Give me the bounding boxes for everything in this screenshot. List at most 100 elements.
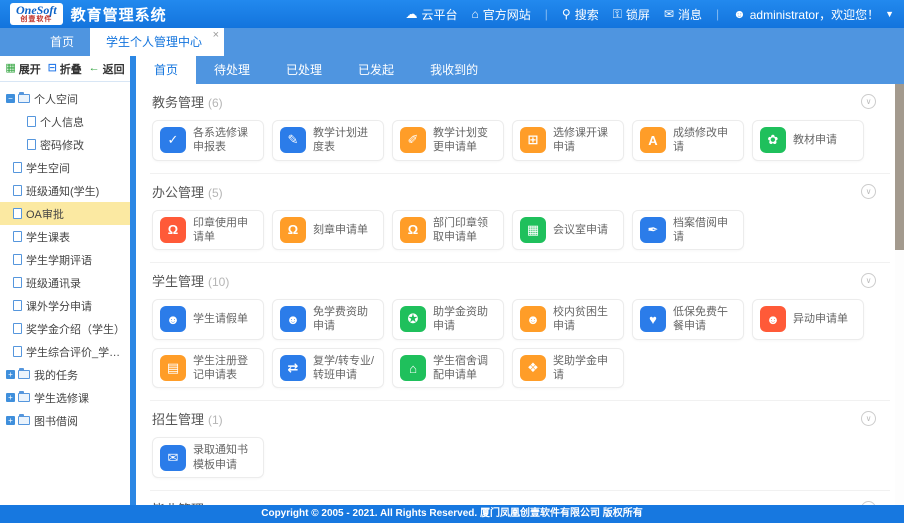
back-arrow-icon: ← [89, 63, 100, 74]
stamp-use-icon: Ω [160, 217, 186, 243]
file-icon [13, 162, 22, 173]
grant-aid-icon: ✪ [400, 306, 426, 332]
card-free-lunch-heart[interactable]: ♥低保免费午餐申请 [632, 299, 744, 340]
card-meeting-room[interactable]: ▦会议室申请 [512, 210, 624, 251]
chevron-down-icon: ▼ [885, 9, 894, 19]
section-collapse-icon[interactable]: ∨ [861, 184, 876, 199]
card-stamp-receive[interactable]: Ω部门印章领取申请单 [392, 210, 504, 251]
sidebar-item-label: 学生课表 [26, 229, 70, 245]
sidebar-tool-back[interactable]: ←返回 [89, 61, 125, 77]
main-tab-0[interactable]: 首页 [136, 56, 196, 84]
vertical-scrollbar[interactable] [895, 84, 904, 505]
tree-toggle-icon[interactable]: + [6, 393, 15, 402]
sidebar-item-8[interactable]: 班级通讯录 [0, 271, 130, 294]
card-dorm-building[interactable]: ⌂学生宿舍调配申请单 [392, 348, 504, 389]
window-tab-0[interactable]: 首页 [34, 28, 90, 56]
footer-copyright: Copyright © 2005 - 2021. All Rights Rese… [0, 505, 904, 523]
section-4: 毕业管理(1)∨☻学生离校手续申请 [150, 491, 890, 505]
logo-text-en: OneSoft [16, 4, 57, 16]
tree-toggle-icon[interactable]: + [6, 370, 15, 379]
sidebar-item-12[interactable]: + 我的任务 [0, 363, 130, 386]
card-grid: Ω印章使用申请单Ω刻章申请单Ω部门印章领取申请单▦会议室申请✒档案借阅申请 [152, 210, 876, 251]
sidebar-item-1[interactable]: 个人信息 [0, 110, 130, 133]
card-label: 部门印章领取申请单 [433, 216, 496, 245]
search-icon: ⚲ [562, 7, 571, 21]
main-area: 首页待处理已处理已发起我收到的 教务管理(6)∨✓各系选修课申报表✎教学计划进度… [136, 56, 904, 505]
tree-toggle-icon[interactable]: − [6, 94, 15, 103]
scrollbar-thumb[interactable] [895, 84, 904, 250]
sidebar-item-10[interactable]: 奖学金介绍（学生） [0, 317, 130, 340]
user-welcome-label: administrator，欢迎您！ [750, 6, 879, 23]
sidebar-item-label: 班级通知(学生) [26, 183, 99, 199]
card-clipboard-check[interactable]: ✓各系选修课申报表 [152, 120, 264, 161]
header-nav-cloud-platform[interactable]: ☁ 云平台 [406, 6, 458, 23]
card-scholarship[interactable]: ❖奖助学金申请 [512, 348, 624, 389]
header-nav-label: 官方网站 [483, 6, 531, 23]
student-transfer-icon: ☻ [760, 306, 786, 332]
main-tab-3[interactable]: 已发起 [340, 56, 412, 84]
lock-icon: ⚿ [613, 7, 622, 22]
header-nav-label: 云平台 [422, 6, 458, 23]
sidebar-item-label: 个人空间 [34, 91, 78, 107]
sidebar-item-6[interactable]: 学生课表 [0, 225, 130, 248]
admission-letter-icon: ✉ [160, 445, 186, 471]
sidebar-item-0[interactable]: − 个人空间 [0, 87, 130, 110]
tree-toggle-icon[interactable]: + [6, 416, 15, 425]
app-header: OneSoft 创壹软件 教育管理系统 ☁云平台⌂官方网站|⚲搜索⚿锁屏✉消息|… [0, 0, 904, 28]
card-plan-change[interactable]: ✐教学计划变更申请单 [392, 120, 504, 161]
sidebar-item-13[interactable]: +学生选修课 [0, 386, 130, 409]
archive-borrow-icon: ✒ [640, 217, 666, 243]
section-title: 学生管理(10) [152, 271, 876, 290]
card-tuition-waiver[interactable]: ☻免学费资助申请 [272, 299, 384, 340]
header-nav-messages[interactable]: ✉消息 [664, 6, 702, 23]
header-nav-label: 消息 [678, 6, 702, 23]
sidebar-item-14[interactable]: +图书借阅 [0, 409, 130, 432]
onesoft-logo: OneSoft 创壹软件 [10, 3, 63, 25]
sidebar-tool-collapse[interactable]: ⊟折叠 [48, 61, 82, 77]
card-course-open[interactable]: ⊞选修课开课申请 [512, 120, 624, 161]
sidebar-item-label: 我的任务 [34, 367, 78, 383]
card-plan-progress[interactable]: ✎教学计划进度表 [272, 120, 384, 161]
sidebar-item-7[interactable]: 学生学期评语 [0, 248, 130, 271]
cloud-icon: ☁ [406, 7, 418, 21]
sidebar-tool-expand[interactable]: ▦展开 [5, 61, 40, 77]
expand-grid-icon: ▦ [5, 63, 15, 74]
section-count: (10) [208, 275, 229, 289]
section-count: (5) [208, 186, 223, 200]
main-tab-4[interactable]: 我收到的 [412, 56, 496, 84]
sidebar-item-11[interactable]: 学生综合评价_学生自评 [0, 340, 130, 363]
logo-text-cn: 创壹软件 [16, 16, 57, 23]
card-stamp-carve[interactable]: Ω刻章申请单 [272, 210, 384, 251]
card-stamp-use[interactable]: Ω印章使用申请单 [152, 210, 264, 251]
card-student-transfer[interactable]: ☻异动申请单 [752, 299, 864, 340]
card-textbook[interactable]: ✿教材申请 [752, 120, 864, 161]
card-register-form[interactable]: ▤学生注册登记申请表 [152, 348, 264, 389]
header-nav-official-site[interactable]: ⌂官方网站 [472, 6, 531, 23]
card-archive-borrow[interactable]: ✒档案借阅申请 [632, 210, 744, 251]
card-poor-student[interactable]: ☻校内贫困生申请 [512, 299, 624, 340]
section-title: 招生管理(1) [152, 409, 876, 428]
main-tab-2[interactable]: 已处理 [268, 56, 340, 84]
card-label: 各系选修课申报表 [193, 126, 256, 155]
sidebar-item-5[interactable]: OA审批 [0, 202, 130, 225]
sidebar-item-9[interactable]: 课外学分申请 [0, 294, 130, 317]
header-nav-lock-screen[interactable]: ⚿ 锁屏 [613, 6, 650, 23]
user-menu[interactable]: ☻administrator，欢迎您！▼ [733, 6, 894, 23]
sidebar-item-2[interactable]: 密码修改 [0, 133, 130, 156]
sidebar-item-3[interactable]: 学生空间 [0, 156, 130, 179]
sidebar-item-4[interactable]: 班级通知(学生) [0, 179, 130, 202]
close-icon[interactable]: × [213, 29, 219, 41]
window-tab-1[interactable]: 学生个人管理中心× [90, 28, 224, 56]
card-admission-letter[interactable]: ✉录取通知书模板申请 [152, 437, 264, 478]
card-student-leave[interactable]: ☻学生请假单 [152, 299, 264, 340]
section-collapse-icon[interactable]: ∨ [861, 94, 876, 109]
folder-icon [18, 94, 30, 103]
main-tab-1[interactable]: 待处理 [196, 56, 268, 84]
header-nav-label: 锁屏 [626, 6, 650, 23]
sidebar-item-label: 课外学分申请 [26, 298, 92, 314]
header-nav-search[interactable]: ⚲搜索 [562, 6, 599, 23]
card-swap-arrows[interactable]: ⇄复学/转专业/转班申请 [272, 348, 384, 389]
sidebar: ▦展开 ⊟折叠 ←返回 − 个人空间个人信息密码修改学生空间班级通知(学生) OA审批学… [0, 56, 130, 505]
card-grant-aid[interactable]: ✪助学金资助申请 [392, 299, 504, 340]
card-grade-edit[interactable]: A成绩修改申请 [632, 120, 744, 161]
